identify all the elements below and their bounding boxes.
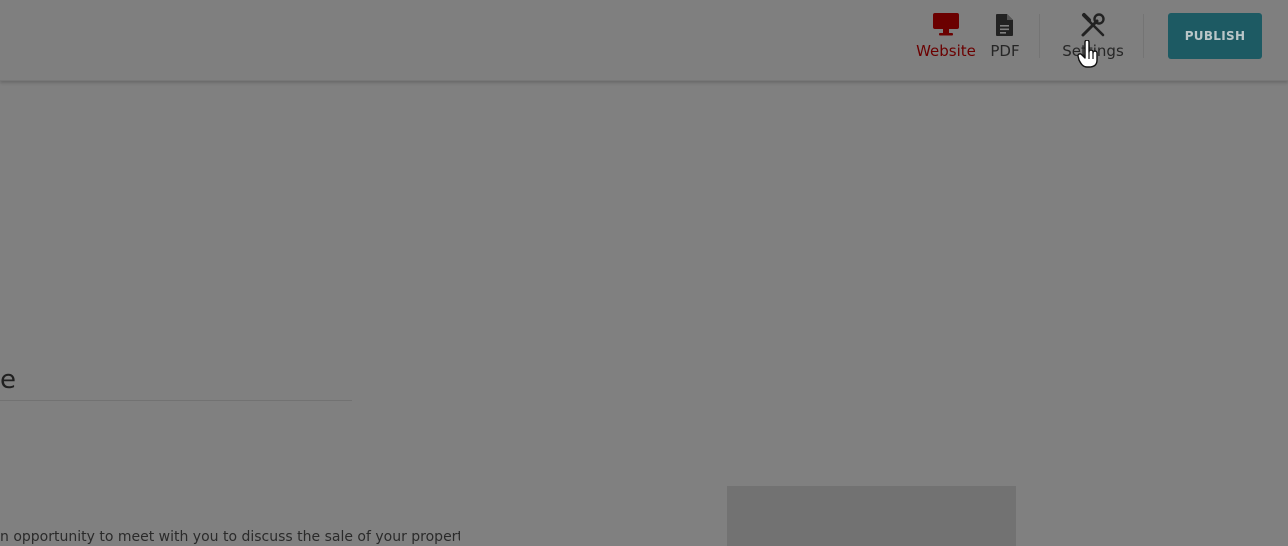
- tab-settings[interactable]: Settings: [1061, 10, 1125, 62]
- publish-button[interactable]: PUBLISH: [1168, 13, 1262, 59]
- toolbar-divider: [1143, 14, 1144, 58]
- tools-icon: [1078, 10, 1108, 40]
- tab-pdf[interactable]: PDF: [986, 10, 1024, 62]
- tab-settings-label: Settings: [1062, 42, 1124, 60]
- monitor-icon: [931, 10, 961, 40]
- section-heading: e: [0, 365, 16, 395]
- top-toolbar: Website PDF Settings PUBLISH: [0, 0, 1288, 81]
- tab-website[interactable]: Website: [914, 10, 978, 62]
- file-icon: [990, 10, 1020, 40]
- image-placeholder[interactable]: [727, 486, 1016, 546]
- tab-website-label: Website: [916, 42, 976, 60]
- editor-canvas: e n opportunity to meet with you to disc…: [0, 82, 1288, 546]
- toolbar-divider: [1039, 14, 1040, 58]
- heading-divider: [0, 400, 352, 401]
- body-paragraph: n opportunity to meet with you to discus…: [0, 529, 460, 545]
- tab-pdf-label: PDF: [990, 42, 1020, 60]
